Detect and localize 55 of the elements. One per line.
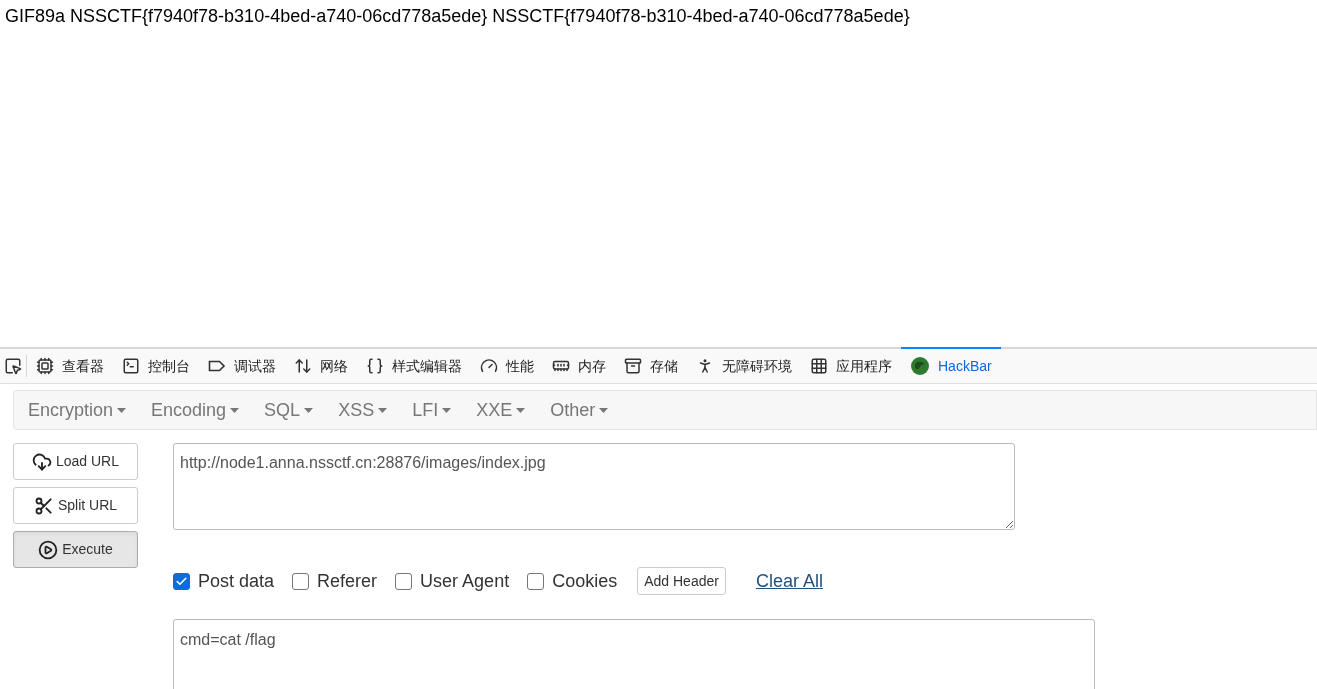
devtools-tab[interactable]: HackBar bbox=[901, 347, 1001, 383]
caret-icon bbox=[378, 407, 388, 413]
add-header-button[interactable]: Add Header bbox=[637, 567, 726, 595]
play-icon bbox=[38, 539, 59, 560]
menu-dropdown[interactable]: XXE bbox=[469, 396, 533, 424]
checkbox-label: Post data bbox=[198, 569, 275, 593]
cloud-download-icon bbox=[31, 451, 52, 472]
caret-icon bbox=[117, 407, 127, 413]
post-data-field[interactable]: cmd=cat /flag bbox=[173, 619, 1095, 689]
check-icon bbox=[175, 574, 188, 588]
checkbox[interactable] bbox=[527, 572, 545, 590]
braces-icon bbox=[366, 357, 384, 375]
up-down-arrows-icon bbox=[294, 357, 312, 375]
devtools-tab[interactable]: 应用程序 bbox=[801, 347, 901, 383]
menu-dropdown[interactable]: Other bbox=[543, 396, 616, 424]
gauge-icon bbox=[480, 357, 498, 375]
hackbar-button[interactable]: Execute bbox=[13, 531, 138, 568]
grid-icon bbox=[810, 357, 828, 375]
element-picker-icon[interactable] bbox=[4, 357, 22, 375]
checkbox-label: User Agent bbox=[420, 569, 510, 593]
devtools-tab[interactable]: 内存 bbox=[543, 347, 615, 383]
menu-dropdown[interactable]: LFI bbox=[405, 396, 459, 424]
inspector-icon bbox=[36, 357, 54, 375]
scissors-icon bbox=[33, 495, 54, 516]
caret-icon bbox=[442, 407, 452, 413]
checkbox[interactable] bbox=[292, 572, 310, 590]
hackbar-button[interactable]: Load URL bbox=[13, 443, 138, 480]
devtools-tab[interactable]: 调试器 bbox=[199, 347, 285, 383]
caret-icon bbox=[599, 407, 609, 413]
menu-dropdown[interactable]: XSS bbox=[331, 396, 395, 424]
storage-icon bbox=[624, 357, 642, 375]
console-icon bbox=[122, 357, 140, 375]
tag-icon bbox=[208, 359, 226, 373]
menu-dropdown[interactable]: SQL bbox=[257, 396, 321, 424]
caret-icon bbox=[516, 407, 526, 413]
checkbox[interactable] bbox=[173, 572, 190, 590]
url-field[interactable]: http://node1.anna.nssctf.cn:28876/images/index.jpg bbox=[173, 443, 1015, 530]
caret-icon bbox=[304, 407, 314, 413]
devtools-tab[interactable]: 样式编辑器 bbox=[357, 347, 471, 383]
devtools-tab[interactable]: 存储 bbox=[615, 347, 687, 383]
hackbar-button[interactable]: Split URL bbox=[13, 487, 138, 524]
page-text: GIF89a NSSCTF{f7940f78-b310-4bed-a740-06cd778a5ede} NSSCTF{f7940f78-b310-4bed-a740-06cd778a5ede} bbox=[5, 6, 910, 26]
clear-all-link[interactable]: Clear All bbox=[755, 567, 823, 595]
checkbox[interactable] bbox=[395, 572, 413, 590]
menu-dropdown[interactable]: Encryption bbox=[21, 396, 134, 424]
devtools-tab[interactable]: 性能 bbox=[471, 347, 543, 383]
caret-icon bbox=[230, 407, 240, 413]
checkbox-label: Referer bbox=[317, 569, 378, 593]
hackbar-logo-icon bbox=[910, 356, 930, 376]
checkbox-label: Cookies bbox=[552, 569, 618, 593]
devtools-tab[interactable]: 查看器 bbox=[27, 347, 113, 383]
devtools-tab[interactable]: 控制台 bbox=[113, 347, 199, 383]
menu-dropdown[interactable]: Encoding bbox=[144, 396, 247, 424]
devtools-tab[interactable]: 无障碍环境 bbox=[687, 347, 801, 383]
devtools-tab[interactable]: 网络 bbox=[285, 347, 357, 383]
